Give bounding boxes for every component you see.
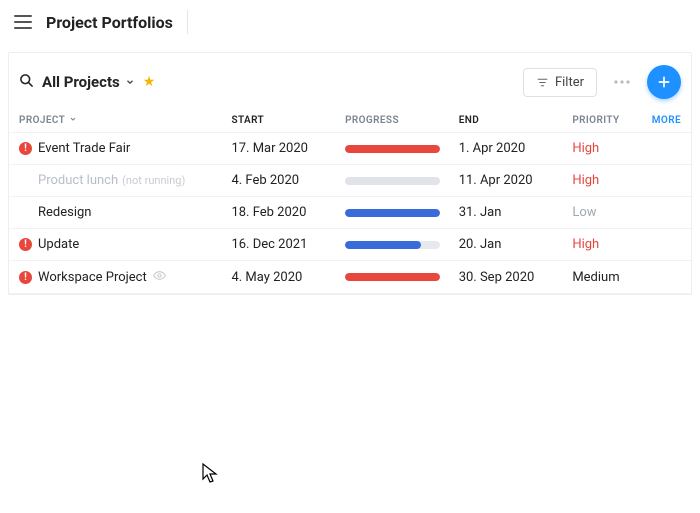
progress-bar <box>345 177 440 185</box>
col-header-start[interactable]: START <box>231 115 345 126</box>
progress-bar <box>345 145 440 153</box>
panel: All Projects ★ Filter PROJECT <box>8 52 692 295</box>
cell-end: 31. Jan <box>459 205 573 220</box>
col-header-project[interactable]: PROJECT <box>19 115 231 126</box>
project-name: Product lunch <box>38 173 118 188</box>
alert-icon: ! <box>19 271 32 284</box>
plus-icon <box>656 74 672 90</box>
cell-end: 20. Jan <box>459 237 573 252</box>
alert-icon: ! <box>19 238 32 251</box>
cell-start: 17. Mar 2020 <box>231 141 345 156</box>
col-header-end[interactable]: END <box>459 115 573 126</box>
cell-priority: High <box>572 173 641 188</box>
table-row[interactable]: Product lunch (not running) 4. Feb 2020 11.… <box>9 164 691 196</box>
filter-icon <box>536 76 549 89</box>
cell-priority: Medium <box>572 270 641 285</box>
divider <box>187 10 188 34</box>
cell-end: 1. Apr 2020 <box>459 141 573 156</box>
cell-start: 4. Feb 2020 <box>231 173 345 188</box>
panel-header: All Projects ★ Filter <box>9 53 691 109</box>
search-icon[interactable] <box>19 73 34 92</box>
view-title-text: All Projects <box>42 73 120 91</box>
filter-button[interactable]: Filter <box>523 68 597 97</box>
progress-bar <box>345 241 440 249</box>
table-row[interactable]: ! Workspace Project 4. May 2020 30. Sep 202… <box>9 260 691 294</box>
cell-project: ! Event Trade Fair <box>19 141 231 156</box>
table-body: ! Event Trade Fair 17. Mar 2020 1. Apr 2020… <box>9 132 691 294</box>
cell-project: ! Update <box>19 237 231 252</box>
cell-project: Redesign <box>19 205 231 220</box>
cell-priority: High <box>572 237 641 252</box>
cell-end: 30. Sep 2020 <box>459 270 573 285</box>
cell-progress <box>345 273 459 281</box>
progress-bar <box>345 209 440 217</box>
col-header-priority[interactable]: PRIORITY <box>572 115 641 126</box>
view-selector[interactable]: All Projects <box>42 73 143 91</box>
col-header-more[interactable]: MORE <box>641 115 681 126</box>
project-name: Update <box>38 237 79 252</box>
cell-priority: Low <box>572 205 641 220</box>
dots-icon <box>614 80 630 84</box>
project-name: Redesign <box>38 205 91 220</box>
col-header-progress[interactable]: PROGRESS <box>345 115 459 126</box>
progress-bar <box>345 273 440 281</box>
more-button[interactable] <box>607 67 637 97</box>
cell-end: 11. Apr 2020 <box>459 173 573 188</box>
cell-progress <box>345 209 459 217</box>
hamburger-icon[interactable] <box>14 15 32 29</box>
project-name: Workspace Project <box>38 270 147 285</box>
page-title: Project Portfolios <box>46 13 173 32</box>
table-row[interactable]: ! Update 16. Dec 2021 20. JanHigh <box>9 228 691 260</box>
project-name: Event Trade Fair <box>38 141 130 156</box>
cell-start: 16. Dec 2021 <box>231 237 345 252</box>
topbar: Project Portfolios <box>0 0 700 44</box>
eye-icon <box>153 269 166 285</box>
filter-label: Filter <box>555 75 584 90</box>
cell-start: 4. May 2020 <box>231 270 345 285</box>
table-header: PROJECT START PROGRESS END PRIORITY MORE <box>9 109 691 132</box>
cell-project: Product lunch (not running) <box>19 173 231 188</box>
chevron-down-icon <box>125 73 135 91</box>
star-icon[interactable]: ★ <box>143 74 156 90</box>
cell-progress <box>345 241 459 249</box>
table-row[interactable]: Redesign 18. Feb 2020 31. JanLow <box>9 196 691 228</box>
cell-progress <box>345 145 459 153</box>
cell-start: 18. Feb 2020 <box>231 205 345 220</box>
not-running-label: (not running) <box>122 174 185 187</box>
alert-icon: ! <box>19 142 32 155</box>
cursor-icon <box>202 463 220 485</box>
cell-project: ! Workspace Project <box>19 269 231 285</box>
table-row[interactable]: ! Event Trade Fair 17. Mar 2020 1. Apr 2020… <box>9 132 691 164</box>
add-button[interactable] <box>647 65 681 99</box>
cell-progress <box>345 177 459 185</box>
sort-chevron-icon <box>69 115 77 126</box>
cell-priority: High <box>572 141 641 156</box>
